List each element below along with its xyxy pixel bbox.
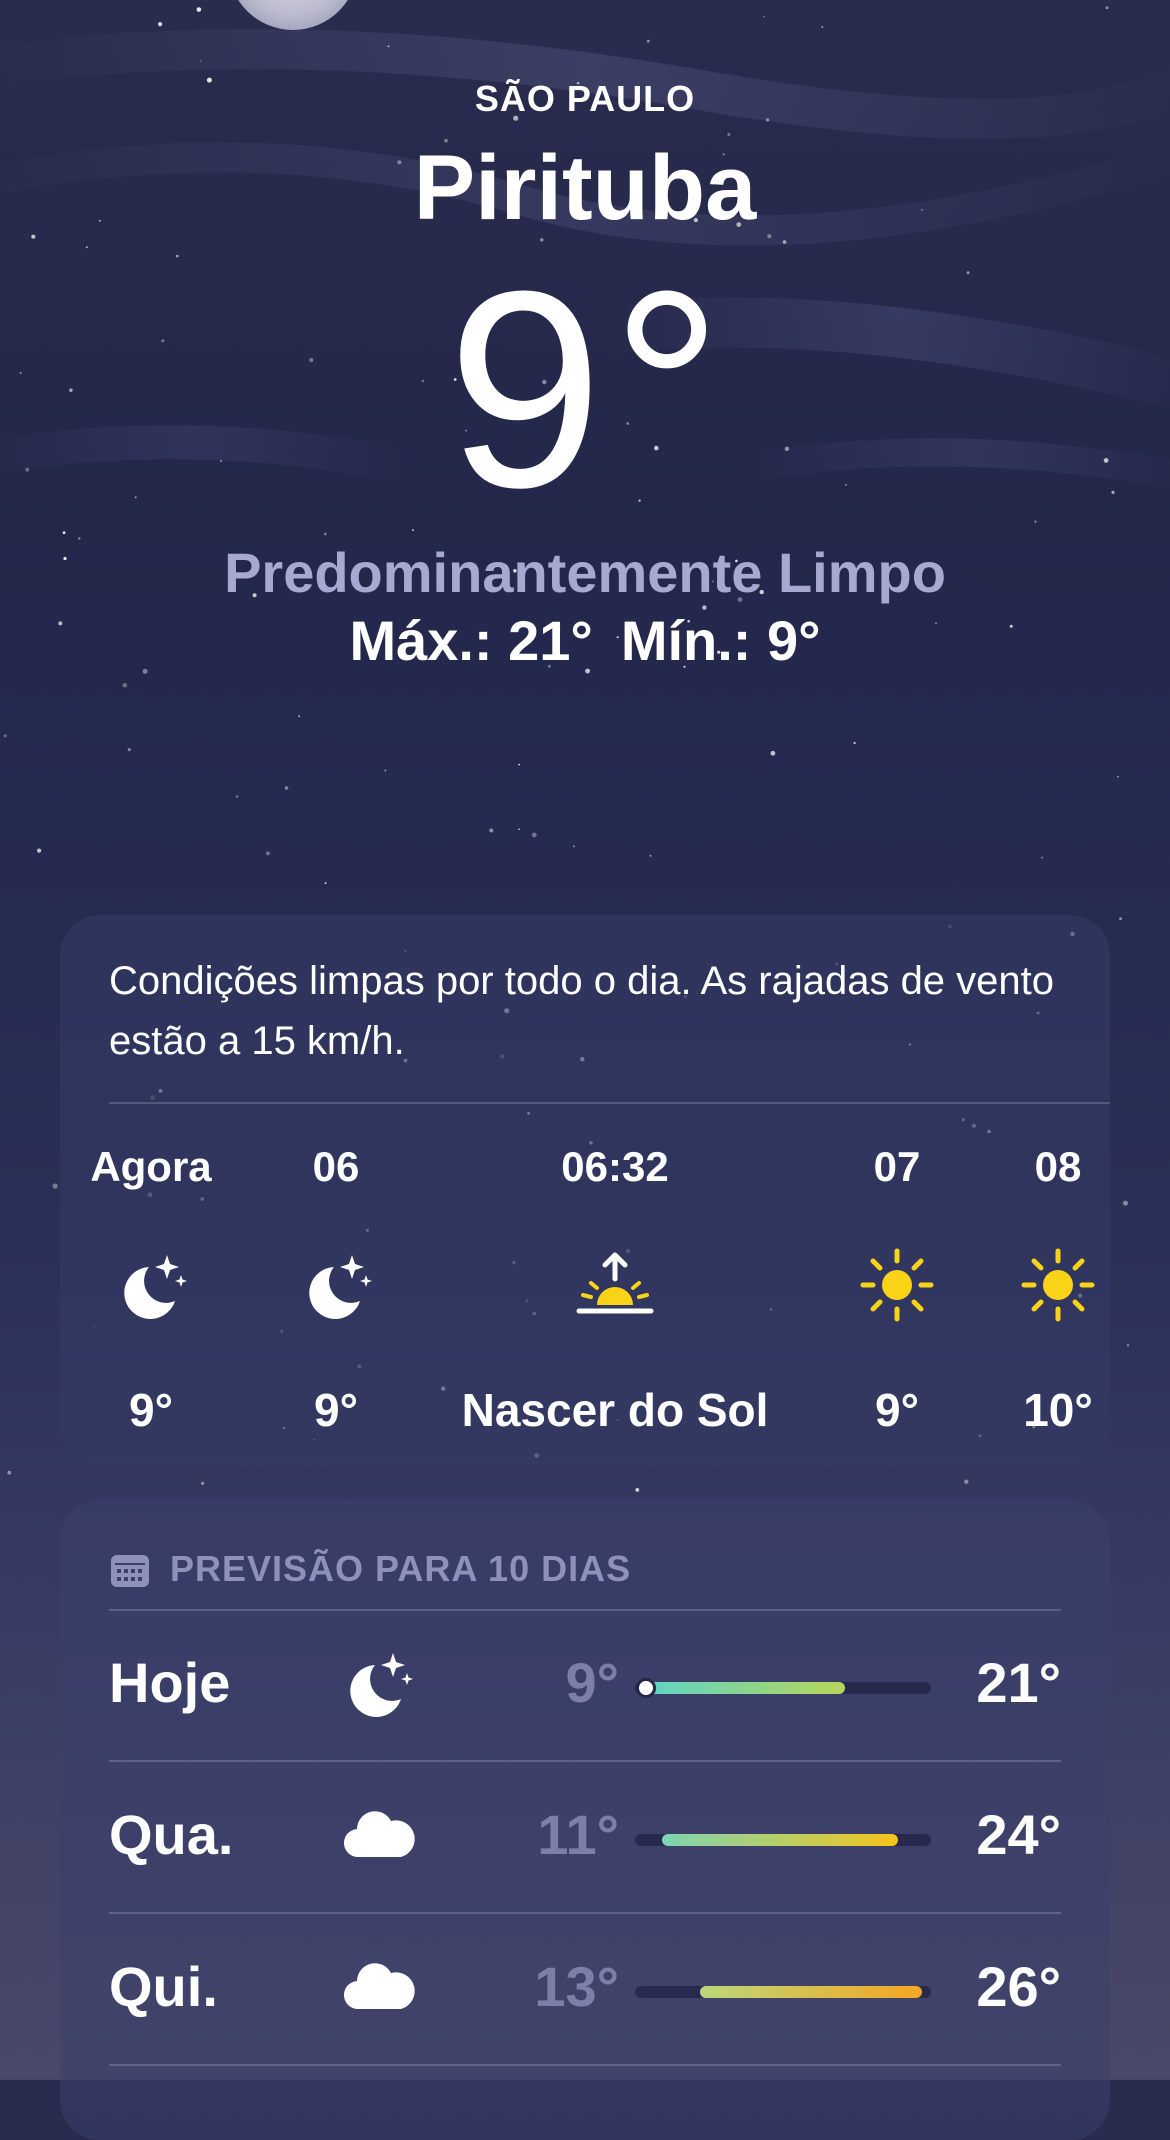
hour-label: 08 (1034, 1143, 1082, 1190)
current-temperature: 9° (60, 250, 1110, 530)
forecast-summary: Condições limpas por todo o dia. As raja… (109, 959, 1055, 1063)
forecast-row[interactable]: Hoje 9° 21° (109, 1610, 1061, 1760)
degree-symbol: ° (610, 234, 723, 546)
sun-icon (860, 1248, 934, 1322)
forecast-row[interactable]: Qui. 13° 26° (109, 1914, 1061, 2064)
weather-condition: Predominantemente Limpo (224, 541, 946, 604)
high-low-temperature: Máx.: 21° Mín.: 9° (0, 608, 1170, 673)
temperature-range-fill (700, 1986, 923, 1998)
day-name: Qui. (109, 1955, 218, 2018)
temperature-range-bar (635, 1834, 931, 1846)
region-name: SÃO PAULO (474, 78, 696, 119)
high-temperature: Máx.: 21° (349, 609, 593, 672)
temperature-range-fill (661, 1834, 899, 1846)
day-name: Hoje (109, 1651, 231, 1714)
day-low-temperature: 9° (565, 1651, 619, 1714)
city-name: Pirituba (413, 137, 757, 239)
moon-stars-icon (124, 1255, 187, 1319)
day-low-temperature: 11° (537, 1803, 619, 1866)
low-temperature: Mín.: 9° (620, 609, 821, 672)
temperature-range-bar (635, 1986, 931, 1998)
ten-day-forecast-card[interactable]: PREVISÃO PARA 10 DIAS Hoje 9° 21° Qua. 1… (60, 1500, 1110, 2140)
day-high-temperature: 26° (976, 1955, 1061, 2018)
forecast-row[interactable]: Qua. 11° 24° (109, 1762, 1061, 1912)
calendar-icon (111, 1555, 149, 1587)
temperature-value: 9 (447, 234, 603, 546)
current-temperature-dot (635, 1678, 656, 1698)
moon-stars-icon (309, 1255, 372, 1319)
day-high-temperature: 21° (976, 1651, 1061, 1714)
forecast-title: PREVISÃO PARA 10 DIAS (170, 1548, 632, 1589)
card-divider (109, 1102, 1110, 1104)
temperature-range-bar (635, 1678, 931, 1698)
hour-label: 06:32 (561, 1143, 669, 1190)
day-name: Qua. (109, 1803, 234, 1866)
hour-label: 06 (312, 1143, 360, 1190)
day-low-temperature: 13° (534, 1955, 619, 2018)
hourly-forecast-card[interactable]: Condições limpas por todo o dia. As raja… (60, 915, 1110, 1465)
sunrise-icon (576, 1252, 654, 1314)
temperature-range-fill (643, 1682, 846, 1694)
day-high-temperature: 24° (976, 1803, 1061, 1866)
row-divider (109, 2064, 1061, 2066)
hour-temperature: 10° (1023, 1384, 1093, 1436)
sun-icon (1021, 1248, 1095, 1322)
